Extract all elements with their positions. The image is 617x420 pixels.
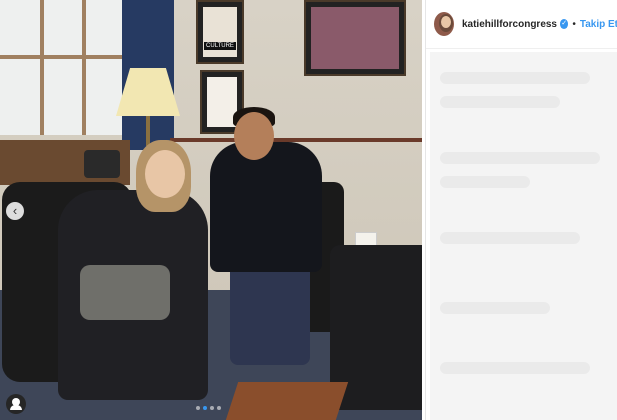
carousel-prev-button[interactable]: ‹	[6, 202, 24, 220]
blurred-line	[440, 362, 590, 374]
blurred-line	[440, 302, 550, 314]
photo-wainscot	[170, 138, 422, 142]
avatar[interactable]	[434, 12, 454, 36]
photo-window	[0, 0, 131, 135]
photo-man	[210, 142, 322, 272]
user-tag-icon-body	[10, 405, 22, 410]
post-side-panel: katiehillforcongress ✓ • Takip Et	[425, 0, 617, 420]
blurred-line	[440, 96, 560, 108]
photo-woman-head	[145, 150, 185, 198]
carousel-dot	[210, 406, 214, 410]
carousel-indicator	[196, 406, 221, 410]
follow-button[interactable]: Takip Et	[580, 19, 617, 30]
photo-lamp-stem	[146, 116, 150, 146]
instagram-post-viewer: CULTURE ‹ katiehillforcongress ✓ • Takip…	[0, 0, 617, 420]
photo-framed-painting	[304, 0, 406, 76]
post-photo: CULTURE ‹	[0, 0, 422, 420]
photo-phone	[84, 150, 120, 178]
carousel-dot	[217, 406, 221, 410]
blurred-line	[440, 176, 530, 188]
photo-man-head	[234, 112, 274, 160]
post-header: katiehillforcongress ✓ • Takip Et	[426, 0, 617, 49]
blurred-line	[440, 232, 580, 244]
avatar-face	[441, 16, 451, 28]
username-link[interactable]: katiehillforcongress	[462, 19, 557, 30]
carousel-dot	[196, 406, 200, 410]
carousel-dot	[203, 406, 207, 410]
blurred-line	[440, 152, 600, 164]
photo-poster-culture: CULTURE	[196, 0, 244, 64]
chevron-left-icon: ‹	[12, 203, 18, 218]
tagged-users-button[interactable]	[6, 394, 26, 414]
verified-badge-icon: ✓	[560, 19, 569, 29]
photo-table	[225, 382, 349, 420]
header-separator: •	[572, 18, 576, 30]
blurred-line	[440, 72, 590, 84]
blurred-comments-area	[430, 52, 617, 420]
photo-woman-skirt	[80, 265, 170, 320]
poster-text: CULTURE	[204, 42, 236, 50]
